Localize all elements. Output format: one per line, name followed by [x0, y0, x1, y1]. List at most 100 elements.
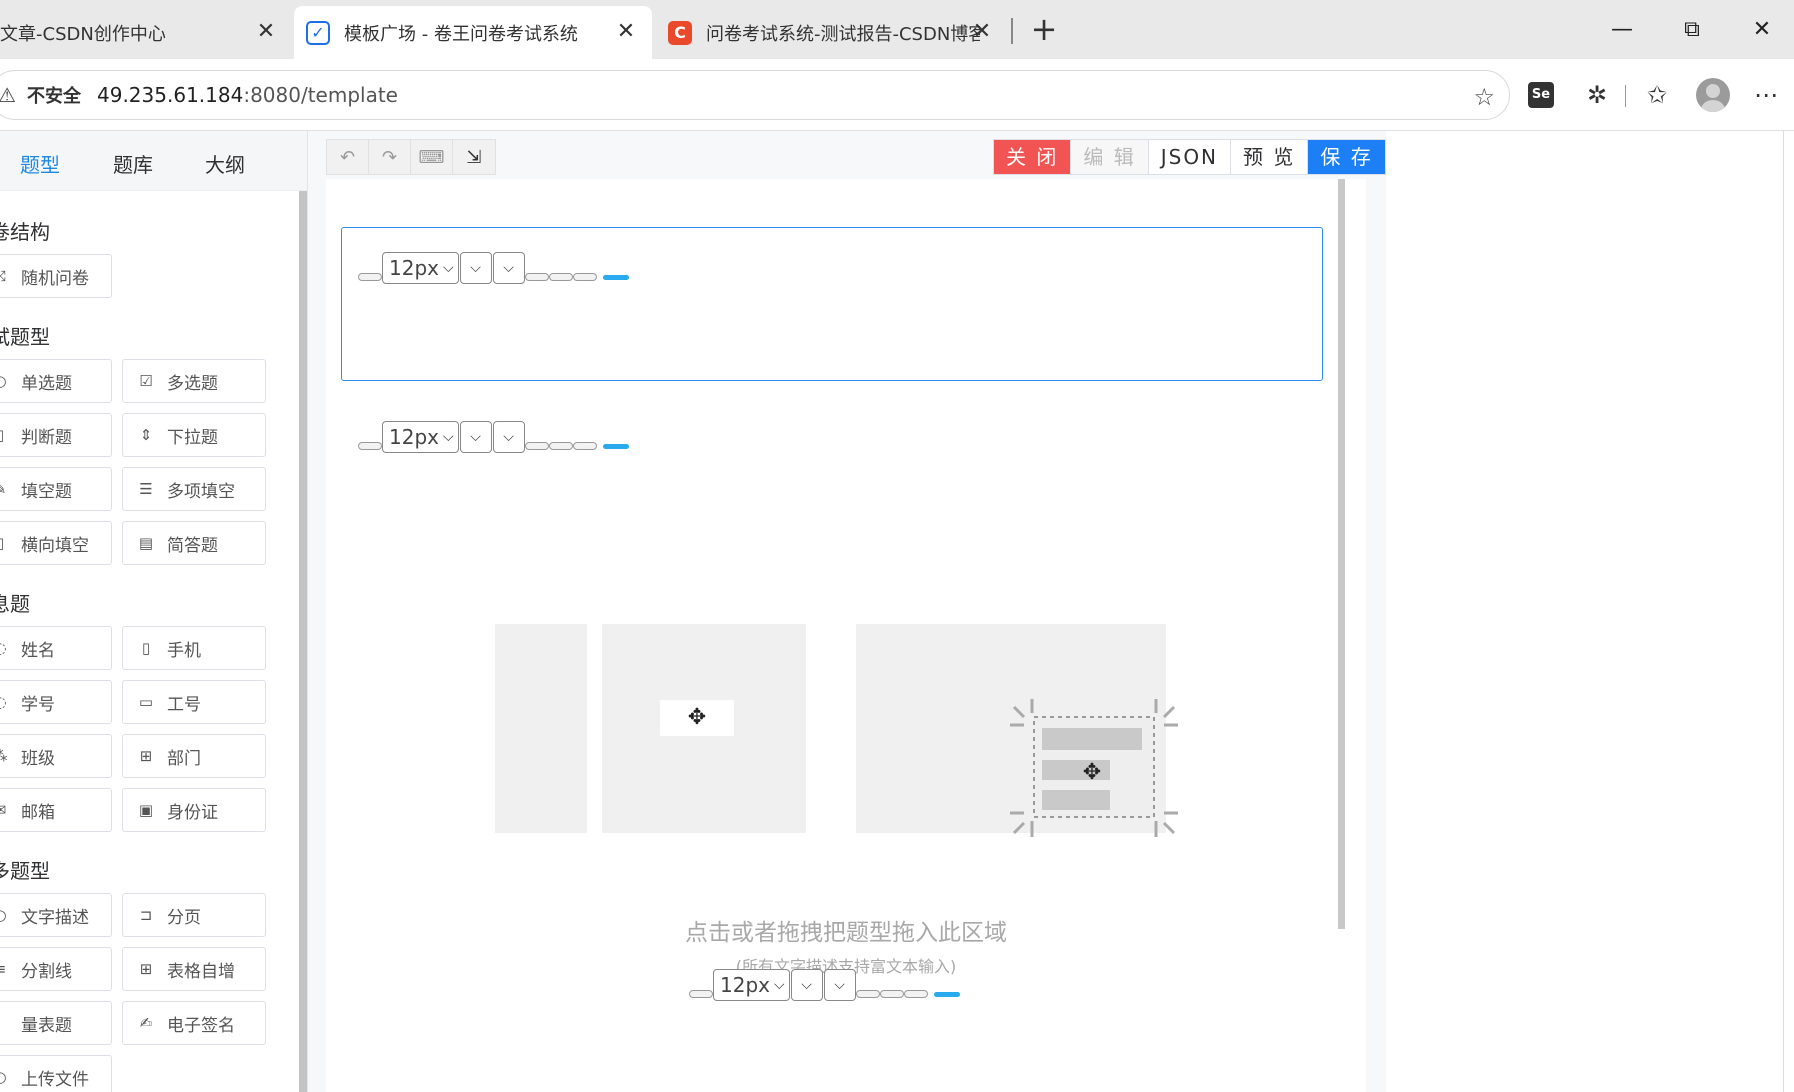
table-add-icon: ⊞: [139, 960, 153, 978]
url-text[interactable]: 49.235.61.184:8080/template: [97, 83, 398, 107]
item-multi-fill[interactable]: ☰ 多项填空: [122, 467, 266, 511]
item-id-card[interactable]: ▣ 身份证: [122, 788, 266, 832]
item-class[interactable]: ⁂ 班级: [0, 734, 112, 778]
browser-tab-csdn-creator[interactable]: 文章-CSDN创作中心 ✕: [0, 6, 292, 59]
warning-icon[interactable]: ⚠: [0, 83, 19, 107]
tab-outline[interactable]: 大纲: [205, 149, 245, 178]
bold-button[interactable]: [524, 442, 549, 450]
horizontal-fill-icon: ▯: [0, 534, 9, 552]
json-button[interactable]: JSON: [1149, 140, 1232, 174]
item-horizontal-fill[interactable]: ▯ 横向填空: [0, 521, 112, 565]
extensions-puzzle-icon[interactable]: ✲: [1581, 79, 1613, 111]
tab-close-icon[interactable]: ✕: [970, 20, 994, 44]
export-icon[interactable]: ⇲: [453, 140, 495, 174]
tab-question-bank[interactable]: 题库: [113, 149, 153, 178]
drop-zone-hint[interactable]: 点击或者拖拽把题型拖入此区域: [326, 913, 1366, 947]
item-department[interactable]: ⊞ 部门: [122, 734, 266, 778]
font-family-select[interactable]: ⌵: [459, 421, 492, 453]
address-bar: ⚠ 不安全 49.235.61.184:8080/template ☆ Se ✲…: [0, 59, 1794, 131]
canvas-scrollbar[interactable]: [1338, 179, 1345, 929]
tab-close-icon[interactable]: ✕: [254, 20, 278, 44]
item-label: 判断题: [21, 427, 72, 448]
item-divider[interactable]: ≡ 分割线: [0, 947, 112, 991]
underline-button[interactable]: [903, 990, 928, 998]
window-right-edge: [1783, 131, 1794, 1092]
pagination-icon: ⊐: [139, 906, 153, 924]
url-omnibox[interactable]: ⚠ 不安全 49.235.61.184:8080/template ☆: [0, 70, 1510, 120]
tab-close-icon[interactable]: ✕: [614, 20, 638, 44]
profile-avatar[interactable]: [1696, 78, 1730, 112]
item-dropdown[interactable]: ⇕ 下拉题: [122, 413, 266, 457]
font-family-select[interactable]: ⌵: [459, 252, 492, 284]
item-random-paper[interactable]: ⤨ 随机问卷: [0, 254, 112, 298]
item-e-signature[interactable]: ✍ 电子签名: [122, 1001, 266, 1045]
format-button[interactable]: [358, 273, 382, 281]
heading-select[interactable]: ⌵: [492, 421, 525, 453]
font-family-select[interactable]: ⌵: [790, 969, 823, 1001]
item-multi-choice[interactable]: ☑ 多选题: [122, 359, 266, 403]
italic-button[interactable]: [548, 442, 573, 450]
item-phone[interactable]: ▯ 手机: [122, 626, 266, 670]
italic-button[interactable]: [879, 990, 904, 998]
tab-question-types[interactable]: 题型: [20, 149, 60, 178]
id-card-icon: ▣: [138, 801, 154, 819]
format-button[interactable]: [689, 990, 713, 998]
user-icon: ◌: [0, 639, 9, 657]
minimize-button[interactable]: —: [1602, 10, 1642, 50]
item-student-id[interactable]: ◌ 学号: [0, 680, 112, 724]
redo-icon[interactable]: ↷: [369, 140, 411, 174]
window-close-button[interactable]: ✕: [1742, 10, 1782, 50]
item-label: 填空题: [21, 481, 72, 502]
item-table-auto-increment[interactable]: ⊞ 表格自增: [122, 947, 266, 991]
heading-select[interactable]: ⌵: [823, 969, 856, 1001]
font-size-select[interactable]: 12px ⌵: [382, 421, 459, 453]
item-employee-id[interactable]: ▭ 工号: [122, 680, 266, 724]
italic-button[interactable]: [548, 273, 573, 281]
close-button[interactable]: 关 闭: [994, 140, 1072, 174]
undo-icon[interactable]: ↶: [327, 140, 369, 174]
browser-tab-template-square[interactable]: ✓ 模板广场 - 卷王问卷考试系统 ✕: [294, 6, 652, 59]
restore-button[interactable]: ⧉: [1672, 10, 1712, 50]
fill-icon: ✎: [0, 480, 9, 498]
underline-button[interactable]: [572, 442, 597, 450]
heading-select[interactable]: ⌵: [492, 252, 525, 284]
color-button[interactable]: [602, 275, 629, 280]
sidebar-scrollbar-thumb[interactable]: [299, 191, 307, 1092]
item-label: 工号: [167, 694, 201, 715]
item-label: 上传文件: [21, 1069, 89, 1090]
more-menu-icon[interactable]: ⋯: [1750, 79, 1782, 111]
browser-tab-csdn-blog[interactable]: C 问卷考试系统-测试报告-CSDN博客 ✕: [656, 6, 1008, 59]
new-tab-button[interactable]: +: [1026, 12, 1062, 48]
item-scale[interactable]: 量表题: [0, 1001, 112, 1045]
item-label: 班级: [21, 748, 55, 769]
edit-button[interactable]: 编 辑: [1071, 140, 1149, 174]
item-single-choice[interactable]: ○ 单选题: [0, 359, 112, 403]
preview-button[interactable]: 预 览: [1231, 140, 1309, 174]
item-fill-blank[interactable]: ✎ 填空题: [0, 467, 112, 511]
item-upload-file[interactable]: ○ 上传文件: [0, 1055, 112, 1092]
judge-icon: ▯: [0, 426, 9, 444]
font-size-select[interactable]: 12px ⌵: [713, 969, 790, 1001]
underline-button[interactable]: [572, 273, 597, 281]
font-size-value: 12px: [389, 425, 439, 449]
keyboard-icon[interactable]: ⌨: [411, 140, 453, 174]
favorites-list-icon[interactable]: ✩: [1641, 79, 1673, 111]
item-email[interactable]: ✉ 邮箱: [0, 788, 112, 832]
favorite-star-icon[interactable]: ☆: [1473, 83, 1495, 111]
item-text-description[interactable]: ○ 文字描述: [0, 893, 112, 937]
bold-button[interactable]: [524, 273, 549, 281]
save-button[interactable]: 保 存: [1308, 140, 1385, 174]
color-button[interactable]: [933, 992, 960, 997]
selenium-extension-icon[interactable]: Se: [1528, 82, 1554, 108]
insecure-label[interactable]: 不安全: [27, 82, 81, 108]
color-button[interactable]: [602, 444, 629, 449]
item-judge[interactable]: ▯ 判断题: [0, 413, 112, 457]
item-pagination[interactable]: ⊐ 分页: [122, 893, 266, 937]
item-name[interactable]: ◌ 姓名: [0, 626, 112, 670]
bold-button[interactable]: [855, 990, 880, 998]
font-size-select[interactable]: 12px ⌵: [382, 252, 459, 284]
rich-text-toolbar: 12px ⌵ ⌵ ⌵: [689, 967, 960, 1001]
format-button[interactable]: [358, 442, 382, 450]
item-short-answer[interactable]: ▤ 简答题: [122, 521, 266, 565]
upload-icon: ○: [0, 1068, 9, 1086]
